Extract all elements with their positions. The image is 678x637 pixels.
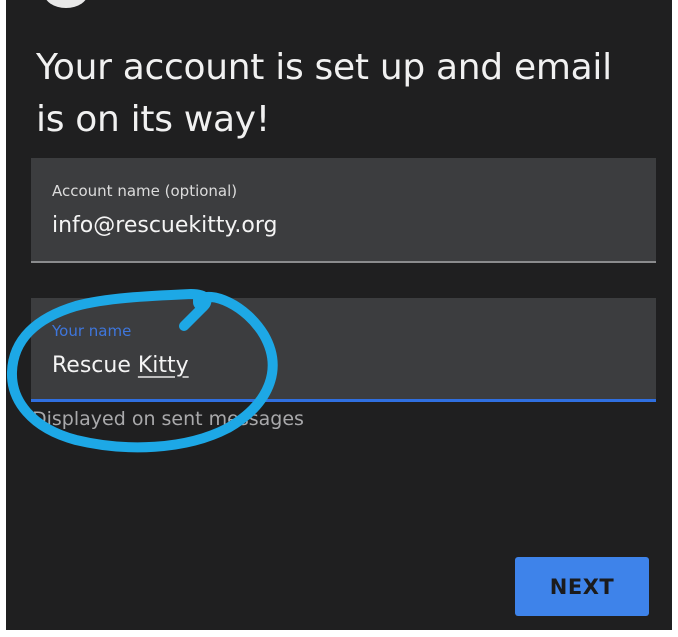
page-title: Your account is set up and email is on i… xyxy=(36,47,612,140)
status-bar-icon xyxy=(44,0,88,8)
your-name-field[interactable]: Your name Rescue Kitty xyxy=(31,298,656,402)
your-name-helper-text: Displayed on sent messages xyxy=(32,408,304,430)
account-setup-screen: Your account is set up and email is on i… xyxy=(6,0,672,630)
account-name-field[interactable]: Account name (optional) info@rescuekitty… xyxy=(31,158,656,263)
your-name-first-word: Rescue xyxy=(52,353,131,378)
account-name-label: Account name (optional) xyxy=(52,182,238,200)
account-name-input[interactable]: info@rescuekitty.org xyxy=(52,213,277,238)
your-name-last-word: Kitty xyxy=(137,353,189,378)
your-name-label: Your name xyxy=(52,322,132,340)
your-name-input[interactable]: Rescue Kitty xyxy=(52,353,189,378)
next-button[interactable]: NEXT xyxy=(515,557,649,616)
